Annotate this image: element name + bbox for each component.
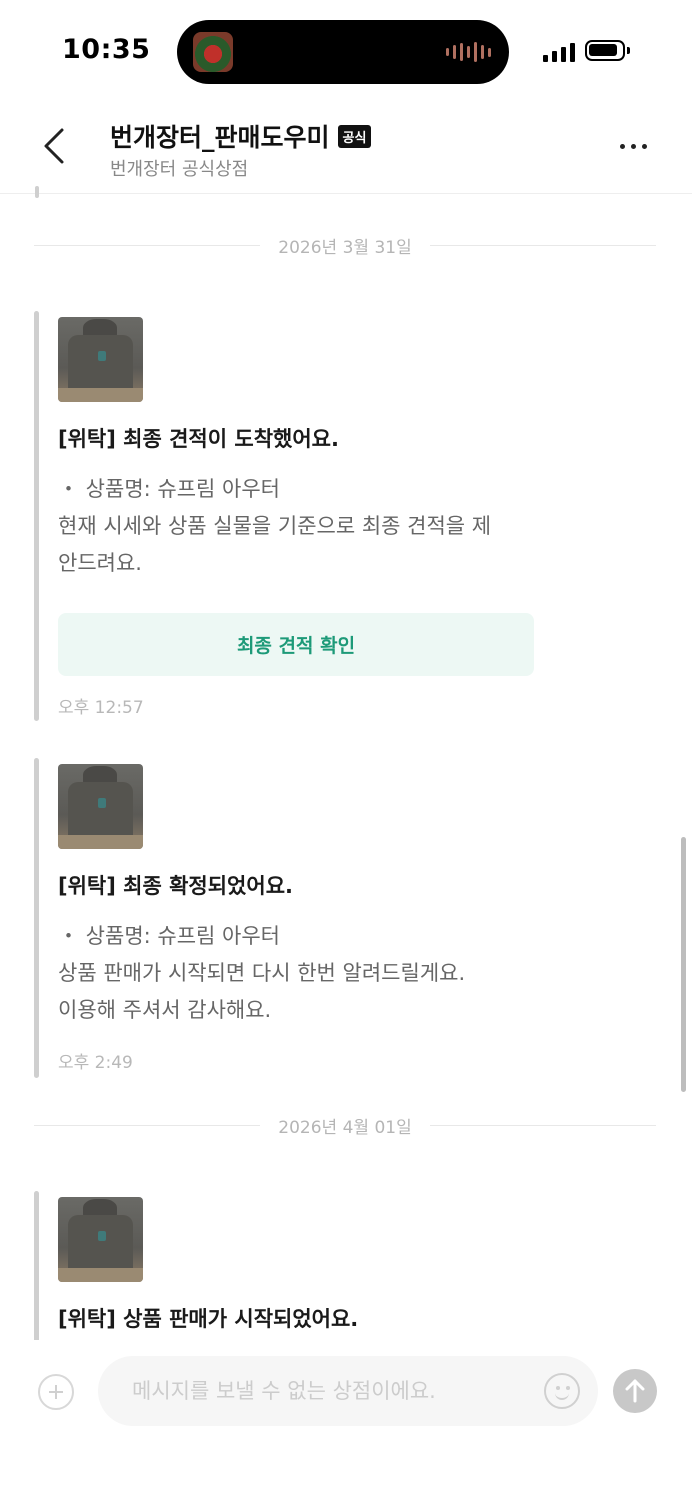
message-input-container[interactable] <box>98 1356 598 1426</box>
message-input[interactable] <box>132 1374 532 1408</box>
message-body-line: 안드려요. <box>58 551 142 575</box>
message-timestamp: 오후 2:49 <box>58 1053 133 1073</box>
message-headline: [위탁] 최종 확정되었어요. <box>58 874 293 898</box>
message-headline: [위탁] 최종 견적이 도착했어요. <box>58 427 339 451</box>
status-time: 10:35 <box>62 34 151 65</box>
product-thumbnail[interactable] <box>58 1197 143 1282</box>
message-card: [위탁] 최종 확정되었어요. ・ 상품명: 슈프림 아우터 상품 판매가 시작… <box>34 758 554 1078</box>
header-title-row: 번개장터_판매도우미 공식 <box>110 118 372 154</box>
smile-icon[interactable] <box>544 1373 580 1409</box>
message-accent-bar <box>34 311 39 721</box>
chat-header: 번개장터_판매도우미 공식 번개장터 공식상점 <box>0 100 692 194</box>
message-card: [위탁] 상품 판매가 시작되었어요. <box>34 1191 554 1340</box>
message-timestamp: 오후 12:57 <box>58 698 144 718</box>
plus-circle-icon[interactable] <box>38 1374 74 1410</box>
product-thumbnail[interactable] <box>58 764 143 849</box>
date-separator: 2026년 3월 31일 <box>34 233 657 258</box>
cellular-signal-icon <box>543 42 575 62</box>
arrow-up-icon <box>625 1379 645 1403</box>
now-playing-artwork <box>193 32 233 72</box>
dynamic-island[interactable] <box>177 20 509 84</box>
chat-area[interactable]: 2026년 3월 31일 [위탁] 최종 견적이 도착했어요. ・ 상품명: 슈… <box>0 195 692 1340</box>
date-separator-label: 2026년 3월 31일 <box>278 237 412 258</box>
message-accent-bar <box>34 1191 39 1340</box>
more-options-button[interactable] <box>620 136 660 156</box>
product-thumbnail[interactable] <box>58 317 143 402</box>
more-horizontal-icon <box>620 143 625 149</box>
date-separator-label: 2026년 4월 01일 <box>278 1117 412 1138</box>
page-subtitle: 번개장터 공식상점 <box>110 159 249 180</box>
official-badge: 공식 <box>337 124 372 148</box>
message-body-line: 이용해 주셔서 감사해요. <box>58 998 272 1022</box>
page-title: 번개장터_판매도우미 <box>110 123 330 152</box>
send-button[interactable] <box>613 1369 657 1413</box>
message-body-line: ・ 상품명: 슈프림 아우터 <box>58 924 280 948</box>
back-button[interactable] <box>34 124 78 168</box>
message-headline: [위탁] 상품 판매가 시작되었어요. <box>58 1307 359 1331</box>
message-accent-bar <box>34 758 39 1078</box>
message-body-line: ・ 상품명: 슈프림 아우터 <box>58 477 280 501</box>
status-bar: 10:35 <box>0 0 692 100</box>
audio-waveform-icon <box>446 42 491 62</box>
battery-level <box>589 44 617 56</box>
view-final-quote-button[interactable]: 최종 견적 확인 <box>58 613 534 676</box>
battery-icon <box>585 40 630 61</box>
message-card: [위탁] 최종 견적이 도착했어요. ・ 상품명: 슈프림 아우터 현재 시세와… <box>34 311 554 721</box>
chevron-left-icon <box>44 128 64 164</box>
message-body-line: 상품 판매가 시작되면 다시 한번 알려드릴게요. <box>58 961 466 985</box>
message-input-bar <box>0 1340 692 1500</box>
chat-scrollbar[interactable] <box>681 837 686 1092</box>
date-separator: 2026년 4월 01일 <box>34 1113 657 1138</box>
message-body-line: 현재 시세와 상품 실물을 기준으로 최종 견적을 제 <box>58 514 492 538</box>
